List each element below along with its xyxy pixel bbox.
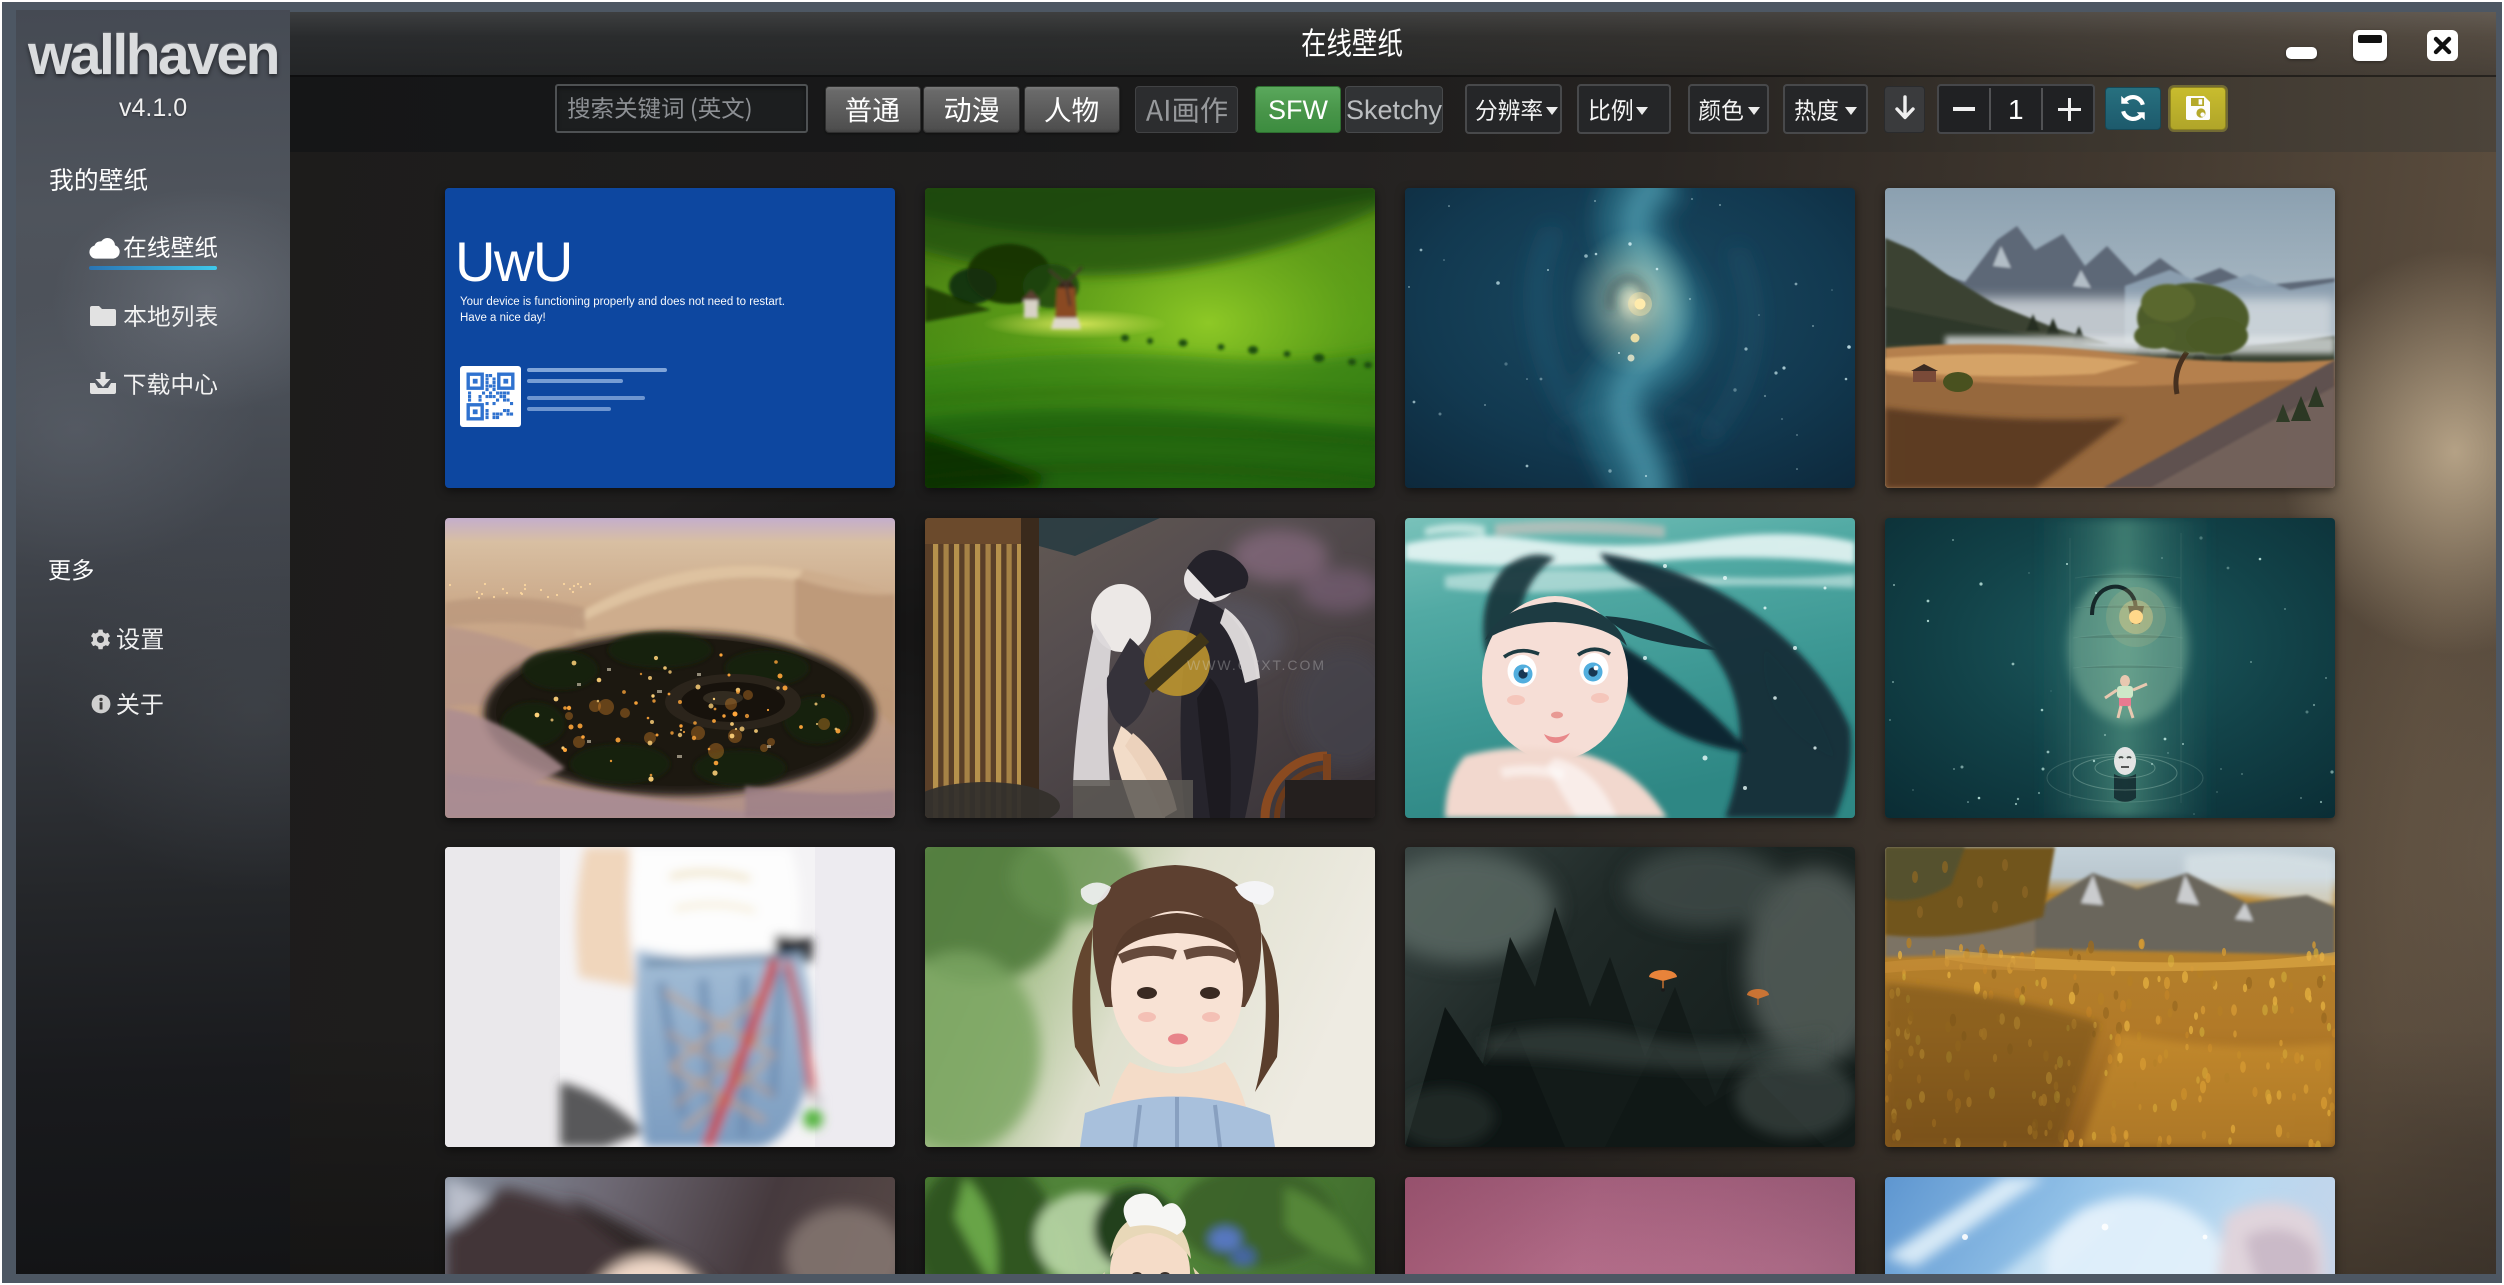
svg-text:WWW.GFXT.COM: WWW.GFXT.COM [1187,657,1326,673]
